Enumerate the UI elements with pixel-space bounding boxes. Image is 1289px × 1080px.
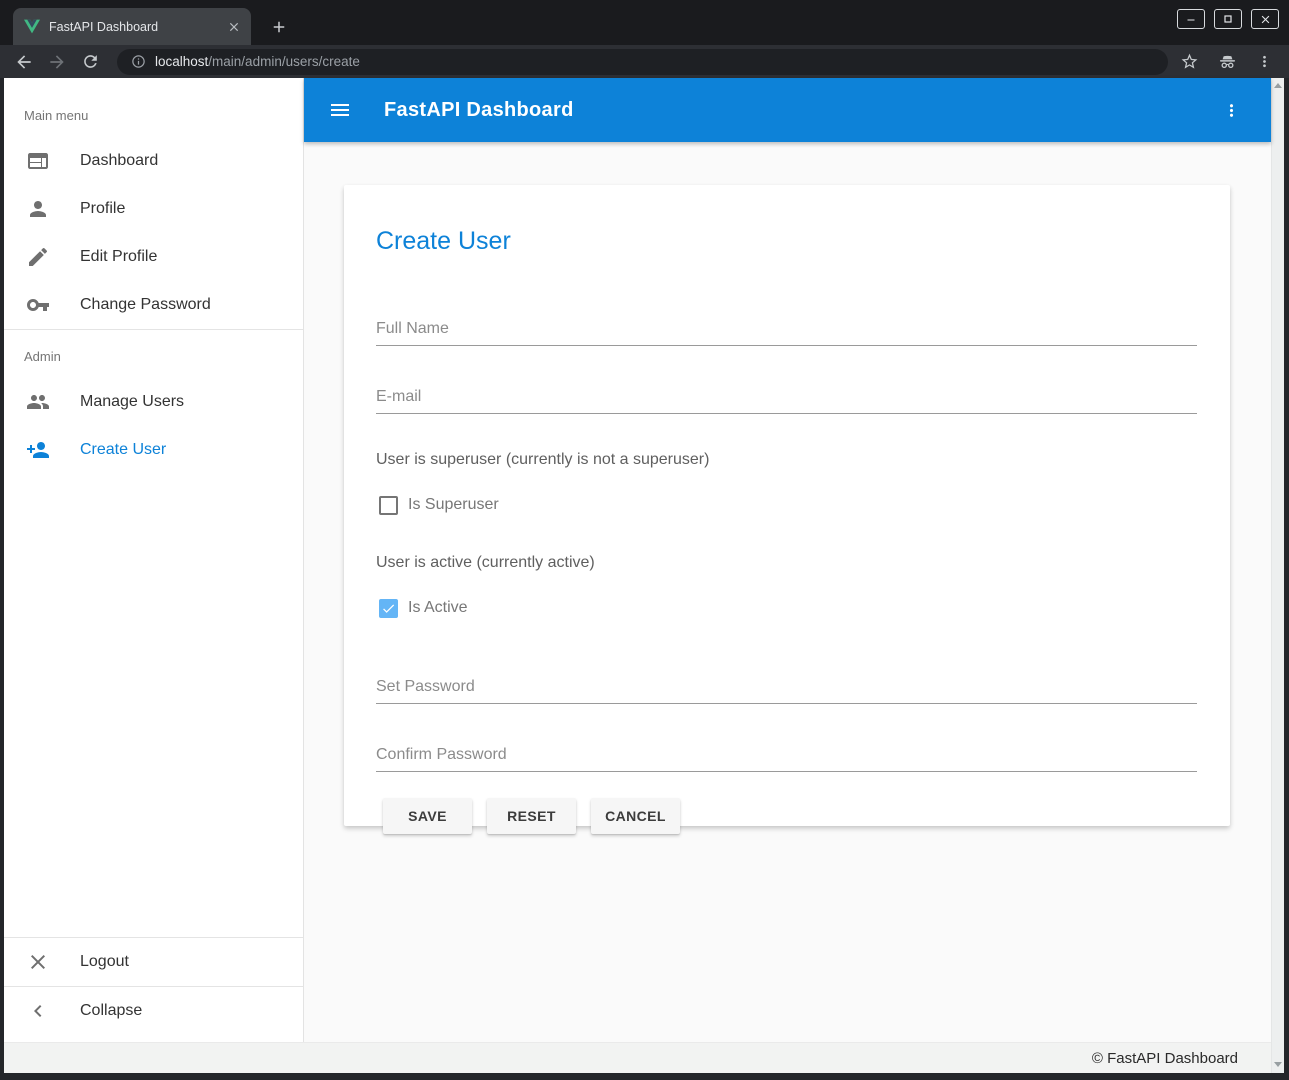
bookmark-star-icon[interactable] [1180, 52, 1199, 71]
confirm-password-field[interactable]: Confirm Password [376, 746, 1197, 772]
app-title: FastAPI Dashboard [384, 99, 574, 122]
app-bar: FastAPI Dashboard [304, 78, 1271, 142]
page-frame: Main menu Dashboard Profile [0, 78, 1289, 1080]
sidebar-item-label: Collapse [80, 1002, 142, 1020]
input-underline [376, 413, 1197, 414]
browser-window: FastAPI Dashboard [0, 0, 1289, 1080]
sidebar-bottom-padding [4, 1035, 303, 1042]
sidebar: Main menu Dashboard Profile [4, 78, 304, 1042]
hamburger-menu-icon[interactable] [328, 98, 352, 122]
full-name-label: Full Name [376, 320, 1197, 338]
is-active-row: Is Active [379, 596, 1197, 620]
is-superuser-label: Is Superuser [408, 496, 499, 514]
full-name-field[interactable]: Full Name [376, 320, 1197, 346]
scroll-down-arrow-icon[interactable] [1274, 1062, 1282, 1067]
page-scrollbar[interactable] [1271, 78, 1284, 1073]
is-active-checkbox[interactable] [379, 599, 398, 618]
set-password-label: Set Password [376, 678, 1197, 696]
maximize-button[interactable] [1214, 9, 1242, 29]
new-tab-button[interactable] [265, 13, 293, 41]
cancel-button[interactable]: CANCEL [591, 798, 680, 834]
dashboard-icon [26, 149, 50, 173]
scroll-up-arrow-icon[interactable] [1274, 83, 1282, 88]
sidebar-item-collapse[interactable]: Collapse [4, 987, 303, 1035]
people-icon [26, 390, 50, 414]
reload-button[interactable] [76, 48, 104, 76]
email-field[interactable]: E-mail [376, 388, 1197, 414]
sidebar-item-label: Edit Profile [80, 248, 157, 266]
sidebar-section-admin: Admin [4, 330, 303, 378]
sidebar-item-label: Create User [80, 441, 166, 459]
sidebar-section-main-menu: Main menu [4, 78, 303, 137]
is-superuser-checkbox[interactable] [379, 496, 398, 515]
browser-menu-icon[interactable] [1256, 53, 1273, 70]
sidebar-item-label: Manage Users [80, 393, 184, 411]
main-area: FastAPI Dashboard Create User Full Name [304, 78, 1271, 1042]
vue-favicon-icon [24, 19, 40, 34]
site-info-icon[interactable] [131, 54, 146, 69]
is-superuser-row: Is Superuser [379, 493, 1197, 517]
footer: © FastAPI Dashboard [4, 1042, 1271, 1073]
sidebar-item-logout[interactable]: Logout [4, 938, 303, 986]
form-actions: SAVE RESET CANCEL [383, 798, 1197, 834]
app-menu-icon[interactable] [1219, 98, 1243, 122]
pencil-icon [26, 245, 50, 269]
sidebar-item-dashboard[interactable]: Dashboard [4, 137, 303, 185]
browser-tab[interactable]: FastAPI Dashboard [13, 8, 251, 45]
sidebar-item-manage-users[interactable]: Manage Users [4, 378, 303, 426]
sidebar-item-edit-profile[interactable]: Edit Profile [4, 233, 303, 281]
sidebar-item-change-password[interactable]: Change Password [4, 281, 303, 329]
tab-close-icon[interactable] [225, 18, 243, 36]
key-icon [26, 293, 50, 317]
url-text: localhost/main/admin/users/create [155, 54, 360, 69]
tab-title: FastAPI Dashboard [49, 20, 225, 34]
email-label: E-mail [376, 388, 1197, 406]
browser-toolbar: localhost/main/admin/users/create [0, 45, 1289, 78]
input-underline [376, 771, 1197, 772]
active-hint: User is active (currently active) [376, 554, 1197, 572]
browser-titlebar: FastAPI Dashboard [0, 0, 1289, 45]
window-controls [1177, 9, 1279, 29]
sidebar-item-label: Profile [80, 200, 125, 218]
person-icon [26, 197, 50, 221]
person-add-icon [26, 438, 50, 462]
back-button[interactable] [10, 48, 38, 76]
input-underline [376, 703, 1197, 704]
toolbar-right [1180, 51, 1279, 72]
superuser-hint: User is superuser (currently is not a su… [376, 451, 1197, 469]
sidebar-spacer [4, 474, 303, 937]
incognito-icon [1217, 51, 1238, 72]
forward-button[interactable] [43, 48, 71, 76]
sidebar-item-profile[interactable]: Profile [4, 185, 303, 233]
url-host: localhost [155, 54, 208, 69]
sidebar-item-label: Change Password [80, 296, 211, 314]
page-title: Create User [376, 227, 1197, 256]
footer-copyright: © FastAPI Dashboard [1092, 1050, 1238, 1067]
save-button[interactable]: SAVE [383, 798, 472, 834]
set-password-field[interactable]: Set Password [376, 678, 1197, 704]
address-bar[interactable]: localhost/main/admin/users/create [117, 49, 1168, 75]
sidebar-item-label: Logout [80, 953, 129, 971]
minimize-button[interactable] [1177, 9, 1205, 29]
reset-button[interactable]: RESET [487, 798, 576, 834]
close-icon [26, 950, 50, 974]
sidebar-item-label: Dashboard [80, 152, 158, 170]
confirm-password-label: Confirm Password [376, 746, 1197, 764]
url-path: /main/admin/users/create [208, 54, 360, 69]
is-active-label: Is Active [408, 599, 468, 617]
create-user-card: Create User Full Name E-mail User is sup… [344, 185, 1230, 826]
chevron-left-icon [26, 999, 50, 1023]
sidebar-item-create-user[interactable]: Create User [4, 426, 303, 474]
input-underline [376, 345, 1197, 346]
close-window-button[interactable] [1251, 9, 1279, 29]
